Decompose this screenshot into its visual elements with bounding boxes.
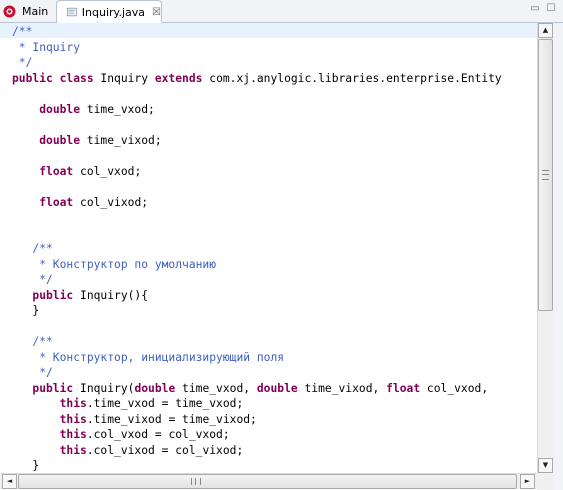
code-text: Inquiry — [100, 71, 155, 85]
code-line[interactable]: public Inquiry(double time_vxod, double … — [12, 381, 495, 396]
code-comment: */ — [12, 366, 53, 379]
code-text: time_vxod; — [86, 102, 155, 116]
code-comment: * Конструктор по умолчанию — [12, 257, 217, 271]
code-text: .time_vixod = time_vixod; — [86, 412, 257, 426]
code-keyword: double — [39, 133, 87, 147]
close-tab-icon[interactable]: ☒ — [152, 7, 161, 18]
code-text: } — [12, 459, 40, 472]
code-line[interactable]: float col_vixod; — [12, 195, 148, 210]
code-line[interactable]: */ — [12, 272, 53, 287]
code-text: .col_vxod = col_vxod; — [86, 428, 230, 441]
code-line[interactable]: public class Inquiry extends com.xj.anyl… — [12, 71, 502, 86]
code-line[interactable]: /** — [12, 24, 32, 39]
code-keyword: this — [59, 443, 87, 457]
anylogic-logo-icon — [3, 5, 16, 17]
code-comment: /** — [12, 242, 53, 255]
code-keyword: double — [256, 381, 305, 395]
tab-inquiry-label: Inquiry.java — [81, 5, 146, 19]
code-comment: * Конструктор, инициализирующий поля — [12, 350, 285, 364]
code-text: Inquiry( — [80, 381, 135, 395]
editor-side-strip — [553, 23, 563, 490]
code-keyword: public class — [12, 71, 101, 85]
tab-inquiry-java[interactable]: Inquiry.java ☒ — [56, 0, 162, 23]
code-keyword: double — [134, 381, 183, 395]
code-keyword: float — [39, 195, 81, 209]
code-line[interactable]: } — [12, 458, 39, 473]
horizontal-scrollbar[interactable]: ◄ ► — [0, 473, 537, 489]
code-line[interactable]: } — [12, 303, 39, 318]
code-line[interactable]: * Конструктор по умолчанию — [12, 257, 216, 272]
window-controls: ▭ ☐ — [529, 3, 557, 15]
code-text: col_vxod, — [426, 381, 495, 395]
code-line[interactable]: double time_vixod; — [12, 133, 162, 148]
code-keyword: this — [59, 428, 87, 441]
code-text: com.xj.anylogic.libraries.enterprise.Ent… — [209, 71, 502, 85]
code-comment: /** — [12, 335, 53, 348]
code-comment: */ — [12, 273, 53, 286]
code-keyword: float — [386, 381, 427, 395]
code-text: col_vxod; — [80, 164, 142, 178]
code-line[interactable]: this.col_vxod = col_vxod; — [12, 427, 230, 442]
tab-main[interactable]: Main — [0, 0, 56, 22]
code-comment: */ — [12, 56, 33, 69]
scrollbar-corner — [537, 473, 553, 490]
maximize-icon[interactable]: ☐ — [545, 3, 557, 15]
code-keyword: extends — [154, 71, 210, 85]
code-line[interactable]: /** — [12, 241, 53, 256]
code-text: col_vixod; — [80, 195, 149, 209]
grip-icon — [542, 170, 549, 180]
code-keyword: this — [59, 412, 87, 426]
code-line[interactable]: this.time_vixod = time_vixod; — [12, 412, 257, 427]
code-keyword: float — [39, 164, 81, 178]
scroll-right-button[interactable]: ► — [520, 474, 535, 489]
minimize-icon[interactable]: ▭ — [529, 3, 541, 15]
code-keyword: double — [39, 102, 87, 116]
code-line[interactable]: this.col_vixod = col_vixod; — [12, 443, 244, 458]
code-comment: * Inquiry — [12, 40, 81, 54]
code-keyword: this — [59, 397, 87, 410]
code-text: .time_vxod = time_vxod; — [86, 397, 244, 410]
code-text: time_vxod, — [182, 381, 257, 395]
grip-icon — [191, 478, 201, 485]
code-comment: /** — [12, 25, 33, 38]
java-file-icon — [67, 7, 77, 17]
code-keyword: public — [32, 381, 81, 395]
code-line[interactable]: double time_vxod; — [12, 102, 155, 117]
vertical-scrollbar[interactable]: ▲ ▼ — [537, 23, 553, 473]
code-editor[interactable]: /** * Inquiry */ public class Inquiry ext… — [0, 23, 537, 473]
code-line[interactable]: /** — [12, 334, 53, 349]
code-line[interactable]: public Inquiry(){ — [12, 288, 148, 303]
code-text: .col_vixod = col_vixod; — [86, 443, 244, 457]
scroll-up-button[interactable]: ▲ — [538, 23, 553, 38]
code-line[interactable]: this.time_vxod = time_vxod; — [12, 396, 244, 411]
code-text: time_vixod, — [304, 381, 387, 395]
code-text: time_vixod; — [86, 133, 162, 147]
horizontal-scroll-thumb[interactable] — [18, 474, 517, 489]
code-line[interactable]: */ — [12, 55, 33, 70]
code-keyword: public — [32, 288, 81, 302]
code-line[interactable]: float col_vxod; — [12, 164, 141, 179]
code-line[interactable]: */ — [12, 365, 53, 380]
tab-main-label: Main — [22, 4, 49, 18]
editor-tab-bar: Main Inquiry.java ☒ ▭ ☐ — [0, 0, 563, 23]
vertical-scroll-thumb[interactable] — [538, 39, 553, 311]
code-text: Inquiry(){ — [80, 288, 149, 302]
code-line[interactable]: * Конструктор, инициализирующий поля — [12, 350, 284, 365]
code-text: } — [12, 304, 40, 317]
code-line[interactable]: * Inquiry — [12, 40, 80, 55]
current-line-highlight — [0, 23, 537, 38]
scroll-down-button[interactable]: ▼ — [538, 458, 553, 473]
scroll-left-button[interactable]: ◄ — [2, 474, 17, 489]
